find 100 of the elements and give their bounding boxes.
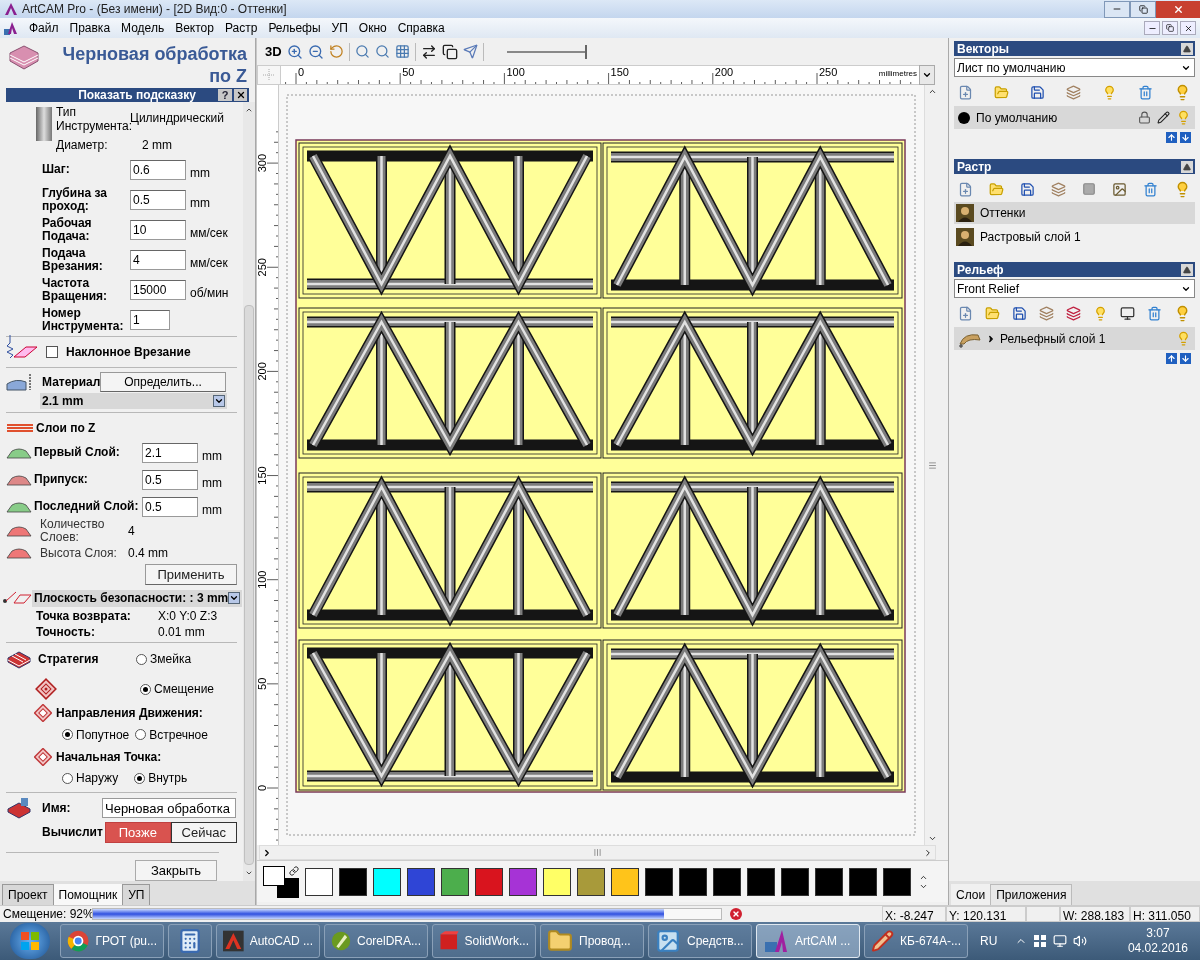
taskbar-button[interactable]: ГРОТ (pu...: [60, 924, 164, 958]
taskbar-button[interactable]: AutoCAD ...: [216, 924, 320, 958]
cancel-button[interactable]: [730, 908, 742, 920]
sheet-dropdown[interactable]: Лист по умолчанию: [954, 58, 1195, 77]
color-swatch[interactable]: [305, 867, 333, 896]
panel-tab[interactable]: Помощник: [53, 884, 123, 905]
close-window-button[interactable]: [1156, 0, 1200, 18]
later-button[interactable]: Позже: [104, 821, 171, 843]
color-swatch[interactable]: [713, 867, 741, 896]
color-swatch[interactable]: [781, 867, 809, 896]
radio-option[interactable]: Встречное: [135, 725, 208, 744]
scrollbar[interactable]: [243, 102, 255, 881]
child-restore-button[interactable]: [1162, 21, 1178, 35]
color-swatch[interactable]: [815, 867, 843, 896]
input-field[interactable]: 0.6: [130, 159, 186, 180]
taskbar-button[interactable]: КБ-674А-...: [864, 924, 968, 958]
slider-thumb[interactable]: [584, 44, 587, 59]
collapse-button[interactable]: [1181, 42, 1193, 55]
help-button[interactable]: ?: [218, 89, 232, 101]
color-swatch[interactable]: [373, 867, 401, 896]
color-swatch[interactable]: [441, 867, 469, 896]
layer-row[interactable]: Рельефный слой 1: [954, 327, 1195, 350]
input-field[interactable]: 15000: [130, 279, 186, 300]
menu-item[interactable]: Вектор: [175, 19, 214, 37]
minimize-button[interactable]: [1104, 0, 1130, 18]
input-field[interactable]: 4: [130, 249, 186, 270]
radio-option[interactable]: Змейка: [136, 650, 192, 669]
input-field[interactable]: 0.5: [142, 469, 198, 490]
dropdown-button[interactable]: [228, 592, 241, 605]
input-field[interactable]: 0.5: [142, 496, 198, 517]
input-field[interactable]: 10: [130, 219, 186, 240]
color-swatch[interactable]: [407, 867, 435, 896]
horizontal-scrollbar[interactable]: [259, 845, 936, 860]
move-up-button[interactable]: [1166, 132, 1177, 143]
color-swatch[interactable]: [679, 867, 707, 896]
taskbar-button[interactable]: SolidWork...: [432, 924, 536, 958]
radio-option[interactable]: Внутрь: [134, 769, 188, 788]
radio-option[interactable]: Попутное: [62, 725, 130, 744]
color-swatch[interactable]: [883, 867, 911, 896]
view-slider[interactable]: [506, 44, 587, 59]
menu-item[interactable]: Окно: [358, 19, 387, 37]
current-colors-icon[interactable]: [263, 865, 299, 898]
input-field[interactable]: 0.5: [130, 189, 186, 210]
close-button[interactable]: [234, 89, 247, 101]
taskbar-button[interactable]: Провод...: [540, 924, 644, 958]
move-up-button[interactable]: [1166, 353, 1177, 364]
child-minimize-button[interactable]: [1144, 21, 1160, 35]
layer-row[interactable]: Растровый слой 1: [954, 226, 1195, 248]
layer-color-icon[interactable]: [958, 111, 970, 124]
collapse-button[interactable]: [1181, 160, 1193, 173]
taskbar-button[interactable]: Средств...: [648, 924, 752, 958]
safe-plane-dropdown[interactable]: Плоскость безопасности: : 3 mm: [32, 589, 243, 607]
start-button[interactable]: [10, 923, 50, 959]
maximize-button[interactable]: [1130, 0, 1156, 18]
menu-item[interactable]: Файл: [29, 19, 59, 37]
close-panel-button[interactable]: Закрыть: [135, 860, 217, 881]
vertical-scrollbar[interactable]: [924, 85, 939, 845]
taskbar-button[interactable]: CorelDRA...: [324, 924, 428, 958]
taskbar-button[interactable]: [168, 924, 212, 958]
action-center-icon[interactable]: [1033, 934, 1048, 948]
panel-tab[interactable]: УП: [122, 884, 151, 905]
collapse-button[interactable]: [1181, 263, 1193, 276]
color-swatch[interactable]: [645, 867, 673, 896]
layer-row[interactable]: По умолчанию: [954, 106, 1195, 129]
radio-option[interactable]: Наружу: [62, 769, 119, 788]
panel-tab[interactable]: Слои: [951, 884, 991, 905]
scroll-thumb[interactable]: [244, 305, 254, 865]
layer-row[interactable]: Оттенки: [954, 202, 1195, 224]
color-swatch[interactable]: [849, 867, 877, 896]
color-swatch[interactable]: [339, 867, 367, 896]
checkbox[interactable]: [46, 345, 58, 358]
3d-view-button[interactable]: 3D: [265, 41, 282, 62]
language-indicator[interactable]: RU: [980, 932, 998, 950]
define-button[interactable]: Определить...: [100, 371, 226, 392]
color-swatch[interactable]: [475, 867, 503, 896]
now-button[interactable]: Сейчас: [170, 821, 237, 843]
color-swatch[interactable]: [611, 867, 639, 896]
move-down-button[interactable]: [1180, 353, 1191, 364]
input-field[interactable]: 1: [130, 309, 170, 330]
name-field[interactable]: Черновая обработка: [102, 798, 236, 819]
menu-item[interactable]: Справка: [397, 19, 445, 37]
dropdown-button[interactable]: [213, 394, 225, 407]
ruler-menu-button[interactable]: [919, 65, 935, 85]
menu-item[interactable]: Правка: [69, 19, 111, 37]
clock-time[interactable]: 3:07: [1146, 926, 1170, 941]
menu-item[interactable]: УП: [331, 19, 348, 37]
menu-item[interactable]: Модель: [121, 19, 165, 37]
menu-item[interactable]: Растр: [224, 19, 258, 37]
apply-button[interactable]: Применить: [145, 564, 237, 586]
child-close-button[interactable]: [1180, 21, 1196, 35]
relief-dropdown[interactable]: Front Relief: [954, 279, 1195, 298]
color-swatch[interactable]: [509, 867, 537, 896]
input-field[interactable]: 2.1: [142, 442, 198, 463]
clock-date[interactable]: 04.02.2016: [1127, 941, 1188, 956]
panel-tab[interactable]: Приложения: [990, 884, 1073, 905]
hint-bar[interactable]: Показать подсказку ?: [6, 88, 249, 102]
color-swatch[interactable]: [577, 867, 605, 896]
color-swatch[interactable]: [747, 867, 775, 896]
menu-item[interactable]: Рельефы: [268, 19, 321, 37]
move-down-button[interactable]: [1180, 132, 1191, 143]
